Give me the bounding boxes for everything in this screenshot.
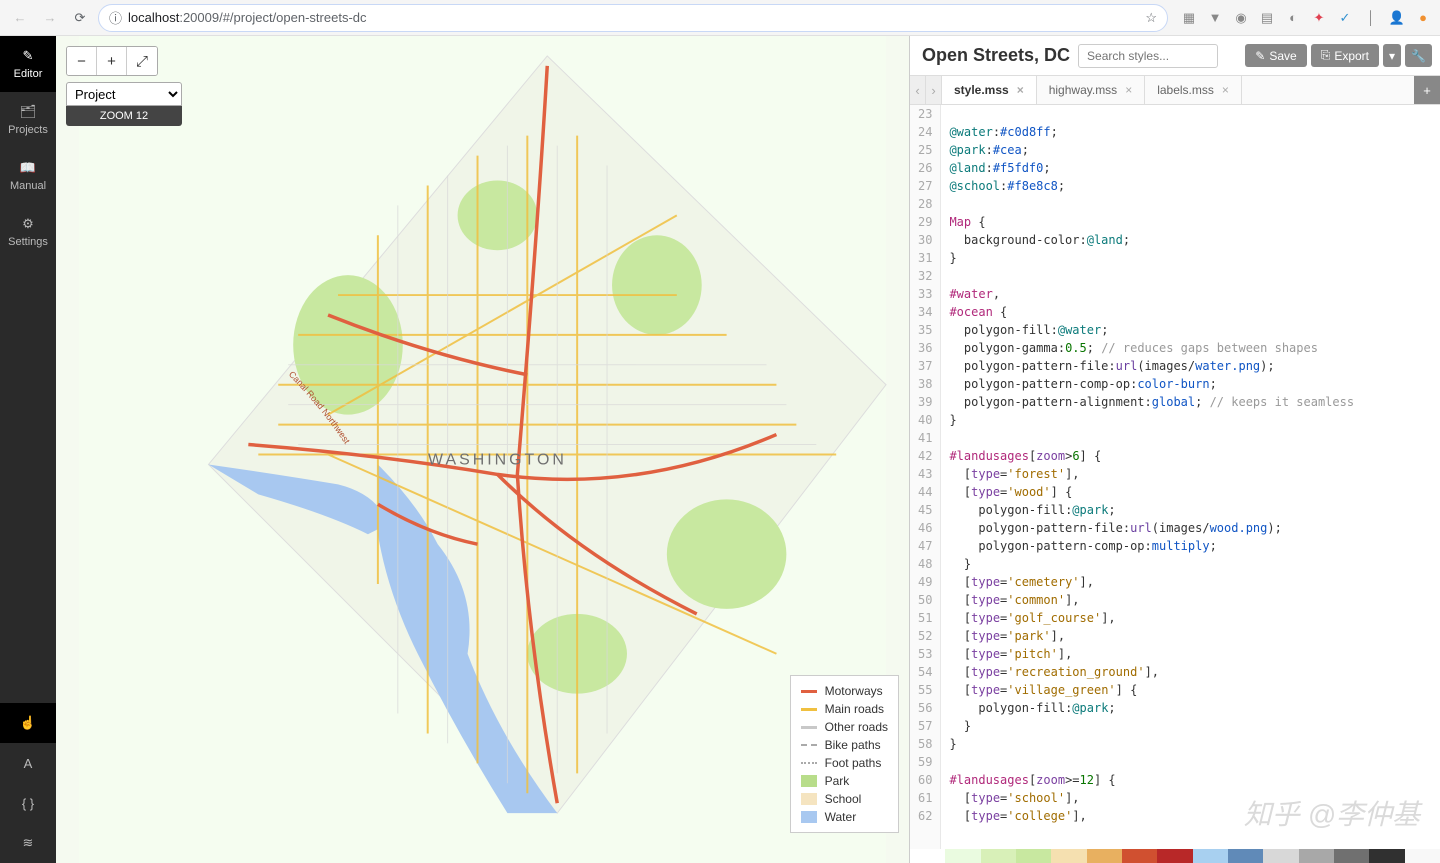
legend-row: Motorways (801, 682, 888, 700)
palette-swatch[interactable] (1016, 849, 1051, 863)
tool-layers[interactable]: ≋ (0, 823, 56, 863)
gear-icon: ⚙ (22, 216, 34, 232)
tab-highway-mss[interactable]: highway.mss× (1037, 76, 1145, 104)
info-icon: ⓘ (109, 8, 122, 27)
pencil-icon: ✎ (1255, 49, 1265, 63)
sidebar-label: Editor (14, 68, 43, 80)
export-button[interactable]: ⎘Export (1311, 44, 1379, 67)
settings-button[interactable]: 🔧 (1405, 44, 1432, 67)
extension-icons: ▦ ▼ ◉ ▤ ◐ ✦ ✓ │ 👤 ● (1174, 9, 1432, 27)
address-bar[interactable]: ⓘ localhost:20009/#/project/open-streets… (98, 4, 1168, 32)
book-icon: 📖 (20, 160, 36, 176)
back-button[interactable]: ← (8, 6, 32, 30)
zoom-badge: ZOOM 12 (66, 106, 182, 126)
palette-swatch[interactable] (1051, 849, 1086, 863)
fullscreen-button[interactable]: ⤢ (127, 47, 157, 75)
ext-icon[interactable]: ● (1414, 9, 1432, 27)
sidebar-item-settings[interactable]: ⚙ Settings (0, 204, 56, 260)
palette-swatch[interactable] (981, 849, 1016, 863)
legend-row: Main roads (801, 700, 888, 718)
tool-pointer[interactable]: ☝ (0, 703, 56, 743)
city-label: WASHINGTON (428, 451, 567, 468)
search-styles-input[interactable] (1078, 44, 1218, 68)
map-canvas[interactable]: WASHINGTON Canal Road Northwest (56, 36, 909, 863)
sidebar-label: Settings (8, 236, 48, 248)
code-content[interactable]: @water:#c0d8ff;@park:#cea;@land:#f5fdf0;… (941, 105, 1362, 863)
palette-swatch[interactable] (1087, 849, 1122, 863)
color-palette (910, 849, 1440, 863)
map-panel[interactable]: WASHINGTON Canal Road Northwest − + ⤢ Pr… (56, 36, 910, 863)
palette-swatch[interactable] (1228, 849, 1263, 863)
zoom-in-button[interactable]: + (97, 47, 127, 75)
tab-style-mss[interactable]: style.mss× (942, 76, 1037, 104)
palette-swatch[interactable] (1157, 849, 1192, 863)
pencil-icon: ✎ (23, 48, 34, 64)
palette-swatch[interactable] (1122, 849, 1157, 863)
palette-swatch[interactable] (1334, 849, 1369, 863)
ext-icon[interactable]: ✓ (1336, 9, 1354, 27)
close-icon[interactable]: × (1017, 83, 1024, 97)
tab-scroll-right[interactable]: › (926, 76, 942, 104)
sidebar-item-manual[interactable]: 📖 Manual (0, 148, 56, 204)
legend-row: Water (801, 808, 888, 826)
sidebar-item-editor[interactable]: ✎ Editor (0, 36, 56, 92)
sidebar-label: Manual (10, 180, 46, 192)
palette-swatch[interactable] (910, 849, 945, 863)
close-icon[interactable]: × (1222, 83, 1229, 97)
tool-font[interactable]: A (0, 743, 56, 783)
zoom-out-button[interactable]: − (67, 47, 97, 75)
legend-row: School (801, 790, 888, 808)
close-icon[interactable]: × (1125, 83, 1132, 97)
palette-swatch[interactable] (1369, 849, 1404, 863)
ext-icon[interactable]: ◉ (1232, 9, 1250, 27)
code-editor[interactable]: 2324252627282930313233343536373839404142… (910, 105, 1440, 863)
legend-row: Park (801, 772, 888, 790)
url-text: localhost:20009/#/project/open-streets-d… (128, 10, 366, 25)
palette-swatch[interactable] (1405, 849, 1440, 863)
legend-row: Foot paths (801, 754, 888, 772)
ext-icon[interactable]: │ (1362, 9, 1380, 27)
editor-panel: Open Streets, DC ✎Save ⎘Export ▾ 🔧 ‹ › s… (910, 36, 1440, 863)
palette-swatch[interactable] (1263, 849, 1298, 863)
palette-swatch[interactable] (1299, 849, 1334, 863)
palette-swatch[interactable] (1193, 849, 1228, 863)
line-gutter: 2324252627282930313233343536373839404142… (910, 105, 941, 863)
map-legend: MotorwaysMain roadsOther roadsBike paths… (790, 675, 899, 833)
ext-icon[interactable]: ▦ (1180, 9, 1198, 27)
editor-tabs: ‹ › style.mss×highway.mss×labels.mss× + (910, 76, 1440, 105)
reload-button[interactable]: ⟳ (68, 6, 92, 30)
project-dropdown[interactable]: Project (66, 82, 182, 106)
add-tab-button[interactable]: + (1414, 76, 1440, 104)
palette-swatch[interactable] (945, 849, 980, 863)
editor-header: Open Streets, DC ✎Save ⎘Export ▾ 🔧 (910, 36, 1440, 76)
sidebar-item-projects[interactable]: 🗂 Projects (0, 92, 56, 148)
profile-icon[interactable]: 👤 (1388, 9, 1406, 27)
ext-icon[interactable]: ▼ (1206, 9, 1224, 27)
ext-icon[interactable]: ◐ (1284, 9, 1302, 27)
project-title: Open Streets, DC (918, 45, 1070, 66)
tool-data[interactable]: { } (0, 783, 56, 823)
folder-icon: 🗂 (20, 104, 37, 120)
export-dropdown[interactable]: ▾ (1383, 44, 1401, 67)
ext-icon[interactable]: ✦ (1310, 9, 1328, 27)
legend-row: Other roads (801, 718, 888, 736)
star-icon[interactable]: ☆ (1145, 10, 1157, 26)
browser-toolbar: ← → ⟳ ⓘ localhost:20009/#/project/open-s… (0, 0, 1440, 36)
tab-scroll-left[interactable]: ‹ (910, 76, 926, 104)
save-button[interactable]: ✎Save (1245, 44, 1306, 67)
forward-button[interactable]: → (38, 6, 62, 30)
sidebar-label: Projects (8, 124, 48, 136)
ext-icon[interactable]: ▤ (1258, 9, 1276, 27)
legend-row: Bike paths (801, 736, 888, 754)
zoom-controls: − + ⤢ (66, 46, 158, 76)
export-icon: ⎘ (1321, 48, 1331, 63)
left-sidebar: ✎ Editor 🗂 Projects 📖 Manual ⚙ Settings … (0, 36, 56, 863)
tab-labels-mss[interactable]: labels.mss× (1145, 76, 1242, 104)
